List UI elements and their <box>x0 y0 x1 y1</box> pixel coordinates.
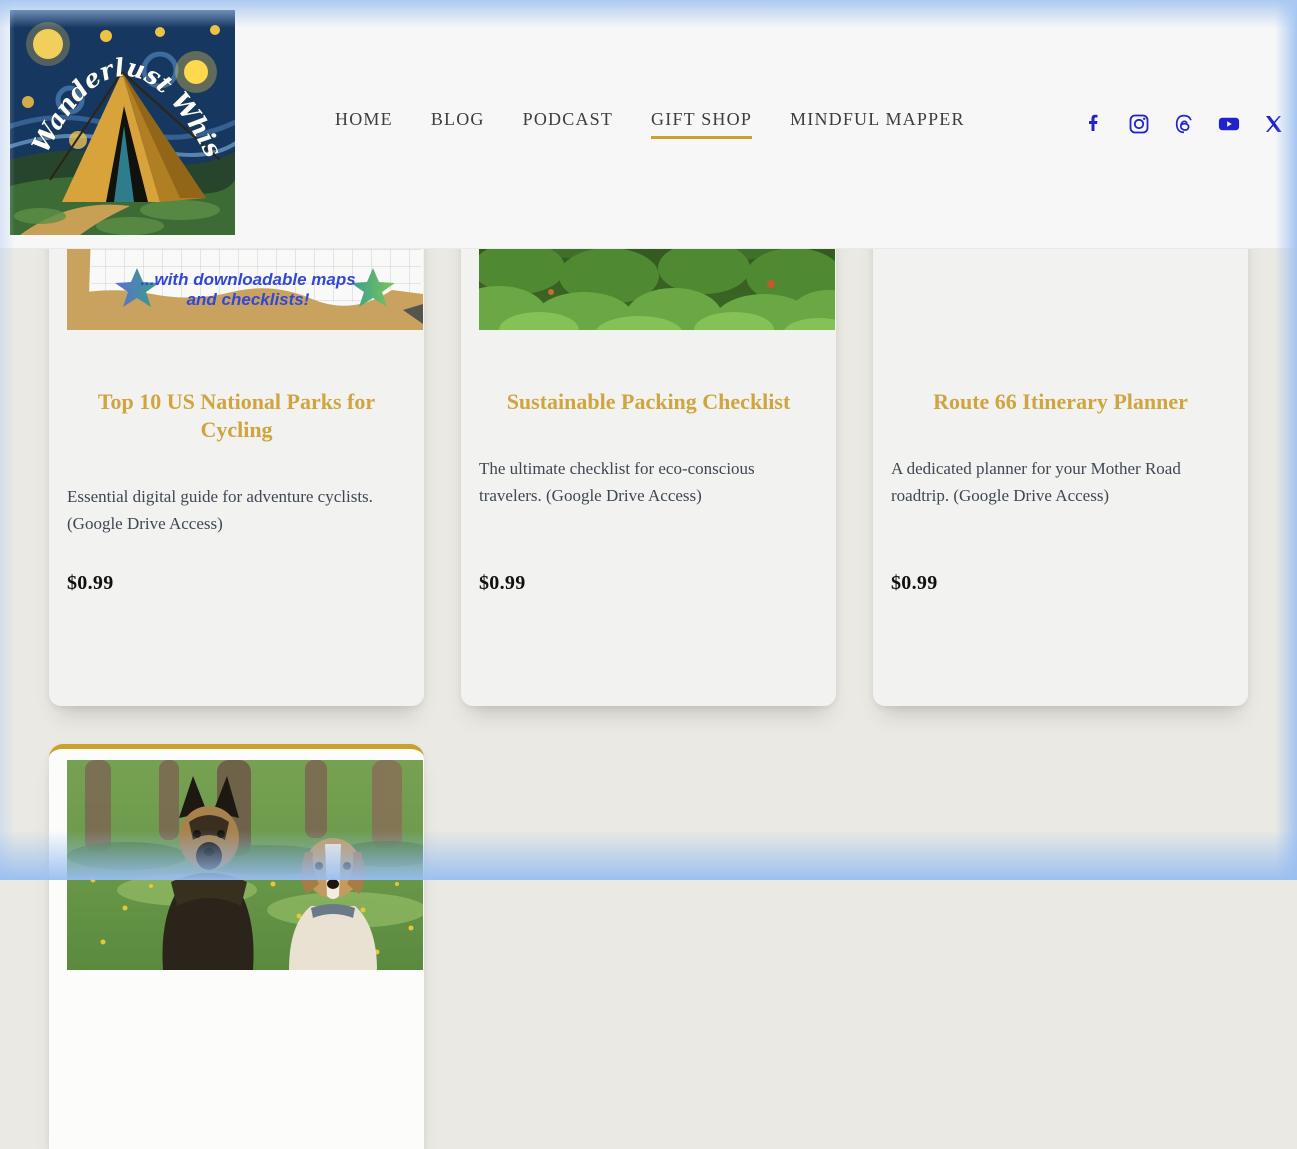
facebook-icon[interactable] <box>1083 113 1105 135</box>
nav-home[interactable]: HOME <box>335 109 393 139</box>
nav-podcast[interactable]: PODCAST <box>523 109 613 139</box>
product-title[interactable]: Sustainable Packing Checklist <box>491 388 806 416</box>
instagram-icon[interactable] <box>1128 113 1150 135</box>
product-grid: ...with downloadable maps and checklists… <box>49 148 1248 1149</box>
product-description: Essential digital guide for adventure cy… <box>67 483 406 537</box>
nav-mindful-mapper[interactable]: MINDFUL MAPPER <box>790 109 965 139</box>
product-price: $0.99 <box>67 572 114 595</box>
product-description: The ultimate checklist for eco-conscious… <box>479 455 818 509</box>
two-dogs-in-park-image <box>67 760 423 970</box>
site-header: Wanderlust Whispers HOME BLOG PODCAST GI… <box>0 0 1297 249</box>
site-logo[interactable]: Wanderlust Whispers <box>10 10 235 235</box>
product-card-featured[interactable] <box>49 744 424 1149</box>
product-description: A dedicated planner for your Mother Road… <box>891 455 1230 509</box>
nav-blog[interactable]: BLOG <box>431 109 485 139</box>
product-image-dogs[interactable] <box>67 760 423 970</box>
x-icon[interactable] <box>1263 113 1285 135</box>
nav-gift-shop[interactable]: GIFT SHOP <box>651 109 752 139</box>
svg-text:...with downloadable maps: ...with downloadable maps <box>140 270 355 289</box>
product-price: $0.99 <box>479 572 526 595</box>
main-nav: HOME BLOG PODCAST GIFT SHOP MINDFUL MAPP… <box>335 0 965 248</box>
wanderlust-whispers-logo-image: Wanderlust Whispers <box>10 10 235 235</box>
product-price: $0.99 <box>891 572 938 595</box>
social-links <box>1083 0 1285 248</box>
svg-text:and checklists!: and checklists! <box>187 290 310 309</box>
threads-icon[interactable] <box>1173 113 1195 135</box>
product-title[interactable]: Top 10 US National Parks for Cycling <box>79 388 394 444</box>
product-title[interactable]: Route 66 Itinerary Planner <box>903 388 1218 416</box>
youtube-icon[interactable] <box>1218 113 1240 135</box>
